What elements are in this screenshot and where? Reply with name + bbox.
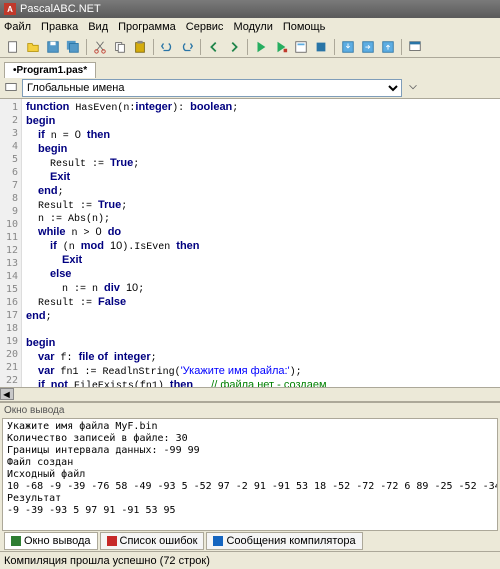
undo-button[interactable]	[158, 38, 176, 56]
save-all-button[interactable]	[64, 38, 82, 56]
output-title: Окно вывода	[0, 403, 500, 418]
step-out-button[interactable]	[379, 38, 397, 56]
open-file-button[interactable]	[24, 38, 42, 56]
back-button[interactable]	[205, 38, 223, 56]
bottom-tab[interactable]: Список ошибок	[100, 532, 205, 550]
form-designer-button[interactable]	[406, 38, 424, 56]
copy-button[interactable]	[111, 38, 129, 56]
scope-icon	[4, 80, 18, 97]
step-over-button[interactable]	[359, 38, 377, 56]
bottom-tab[interactable]: Окно вывода	[4, 532, 98, 550]
status-bar: Компиляция прошла успешно (72 строк)	[0, 551, 500, 569]
stop-button[interactable]	[312, 38, 330, 56]
output-panel: Окно вывода Укажите имя файла MyF.bin Ко…	[0, 401, 500, 551]
code-editor[interactable]: 1234567891011121314151617181920212223242…	[0, 98, 500, 387]
redo-button[interactable]	[178, 38, 196, 56]
line-gutter: 1234567891011121314151617181920212223242…	[0, 99, 22, 387]
run-nodebug-button[interactable]	[272, 38, 290, 56]
editor-tabs: •Program1.pas*	[0, 58, 500, 78]
paste-button[interactable]	[131, 38, 149, 56]
window-titlebar: A PascalABC.NET	[0, 0, 500, 18]
new-file-button[interactable]	[4, 38, 22, 56]
app-icon: A	[4, 3, 16, 15]
compile-button[interactable]	[292, 38, 310, 56]
menu-modules[interactable]: Модули	[233, 21, 272, 33]
scope-select[interactable]: Глобальные имена	[22, 79, 402, 97]
forward-button[interactable]	[225, 38, 243, 56]
scope-dropdown-icon[interactable]	[406, 80, 420, 97]
save-button[interactable]	[44, 38, 62, 56]
run-button[interactable]	[252, 38, 270, 56]
menu-file[interactable]: Файл	[4, 21, 31, 33]
menu-program[interactable]: Программа	[118, 21, 176, 33]
status-text: Компиляция прошла успешно (72 строк)	[4, 555, 210, 567]
menu-edit[interactable]: Правка	[41, 21, 78, 33]
scope-bar: Глобальные имена	[0, 78, 500, 98]
menu-view[interactable]: Вид	[88, 21, 108, 33]
menu-bar: Файл Правка Вид Программа Сервис Модули …	[0, 18, 500, 36]
menu-help[interactable]: Помощь	[283, 21, 326, 33]
window-title: PascalABC.NET	[20, 3, 101, 15]
cut-button[interactable]	[91, 38, 109, 56]
toolbar	[0, 36, 500, 58]
step-into-button[interactable]	[339, 38, 357, 56]
bottom-tab[interactable]: Сообщения компилятора	[206, 532, 362, 550]
menu-service[interactable]: Сервис	[186, 21, 224, 33]
code-area[interactable]: function HasEven(n:integer): boolean; be…	[22, 99, 500, 387]
scroll-left-button[interactable]: ◄	[0, 388, 14, 400]
bottom-tabs: Окно выводаСписок ошибокСообщения компил…	[0, 531, 500, 551]
file-tab[interactable]: •Program1.pas*	[4, 62, 96, 78]
horizontal-scrollbar[interactable]: ◄	[0, 387, 500, 401]
output-text[interactable]: Укажите имя файла MyF.bin Количество зап…	[2, 418, 498, 531]
